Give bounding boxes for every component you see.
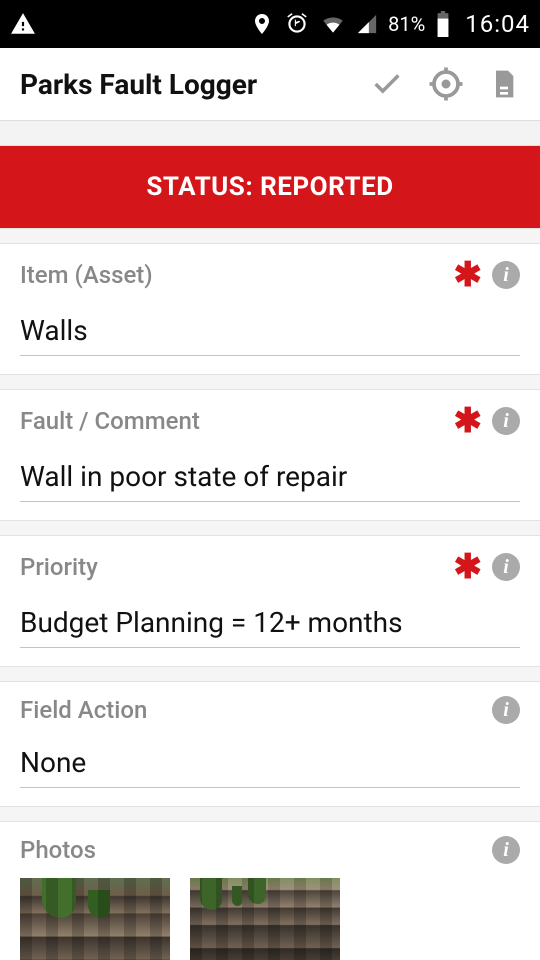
- fault-input[interactable]: Wall in poor state of repair: [20, 460, 520, 502]
- info-icon[interactable]: i: [492, 261, 520, 289]
- field-photos: Photos i: [0, 822, 540, 870]
- divider: [0, 806, 540, 822]
- priority-input[interactable]: Budget Planning = 12+ months: [20, 606, 520, 648]
- field-action[interactable]: Field Action i None: [0, 682, 540, 806]
- wifi-icon: [320, 11, 346, 37]
- field-label: Photos: [20, 836, 492, 864]
- field-label: Priority: [20, 553, 454, 581]
- field-asset[interactable]: Item (Asset) ✱ i Walls: [0, 244, 540, 374]
- status-text: STATUS: REPORTED: [146, 172, 393, 202]
- info-icon[interactable]: i: [492, 836, 520, 864]
- document-button[interactable]: [488, 68, 520, 100]
- divider: [0, 520, 540, 536]
- divider: [0, 228, 540, 244]
- required-asterisk-icon: ✱: [454, 550, 483, 584]
- field-fault[interactable]: Fault / Comment ✱ i Wall in poor state o…: [0, 390, 540, 520]
- status-banner: STATUS: REPORTED: [0, 146, 540, 228]
- clock-text: 16:04: [465, 10, 530, 38]
- required-asterisk-icon: ✱: [454, 404, 483, 438]
- spacer: [0, 120, 540, 146]
- photo-thumbnail[interactable]: [20, 878, 170, 960]
- divider: [0, 374, 540, 390]
- field-label: Fault / Comment: [20, 407, 454, 435]
- alarm-icon: [284, 11, 310, 37]
- app-title: Parks Fault Logger: [20, 68, 346, 101]
- divider: [0, 666, 540, 682]
- field-label: Field Action: [20, 696, 492, 724]
- battery-icon: [435, 11, 451, 37]
- locate-button[interactable]: [428, 66, 464, 102]
- warning-icon: [10, 11, 36, 37]
- asset-input[interactable]: Walls: [20, 314, 520, 356]
- field-label: Item (Asset): [20, 261, 454, 289]
- field-priority[interactable]: Priority ✱ i Budget Planning = 12+ month…: [0, 536, 540, 666]
- info-icon[interactable]: i: [492, 696, 520, 724]
- action-input[interactable]: None: [20, 746, 520, 788]
- required-asterisk-icon: ✱: [454, 258, 483, 292]
- location-icon: [250, 12, 274, 36]
- photos-row: [0, 878, 540, 960]
- battery-text: 81%: [388, 12, 425, 36]
- info-icon[interactable]: i: [492, 407, 520, 435]
- photo-thumbnail[interactable]: [190, 878, 340, 960]
- signal-icon: [356, 13, 378, 35]
- android-status-bar: 81% 16:04: [0, 0, 540, 48]
- app-bar: Parks Fault Logger: [0, 48, 540, 120]
- info-icon[interactable]: i: [492, 553, 520, 581]
- confirm-button[interactable]: [370, 67, 404, 101]
